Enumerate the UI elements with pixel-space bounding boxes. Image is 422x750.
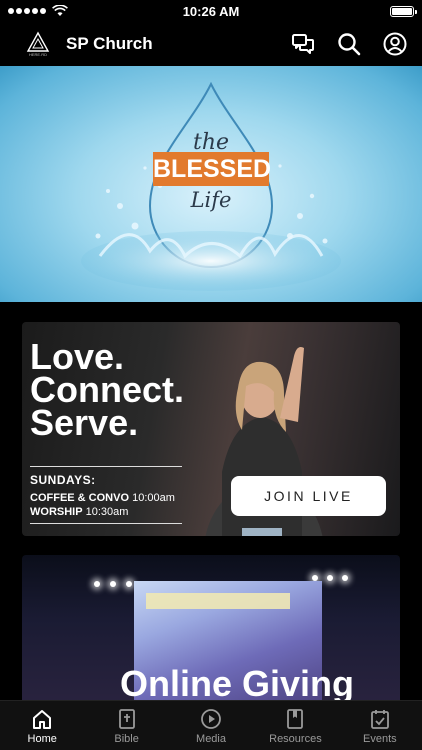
tab-bible[interactable]: Bible xyxy=(84,701,168,750)
service-times: COFFEE & CONVO 10:00am WORSHIP 10:30am xyxy=(30,491,175,519)
tab-media[interactable]: Media xyxy=(169,701,253,750)
tab-label-home: Home xyxy=(27,733,57,745)
tab-bar: Home Bible Media Resources Events xyxy=(0,700,422,750)
stage-light xyxy=(342,575,348,581)
hero-title-life: Life xyxy=(190,188,232,212)
tab-events[interactable]: Events xyxy=(338,701,422,750)
home-icon xyxy=(33,710,52,729)
search-icon[interactable] xyxy=(336,31,362,57)
online-giving-title: Online Giving xyxy=(120,663,355,704)
app-title: SP Church xyxy=(66,34,153,53)
logo-text: HERE.RD xyxy=(29,52,47,57)
stage-light xyxy=(110,581,116,587)
bookmark-icon xyxy=(287,709,304,729)
headline-serve: Serve. xyxy=(30,402,139,443)
tab-home[interactable]: Home xyxy=(0,701,84,750)
tab-label-resources: Resources xyxy=(269,733,322,745)
stage-light xyxy=(126,581,132,587)
divider xyxy=(30,523,182,524)
divider xyxy=(30,466,182,467)
status-bar: 10:26 AM xyxy=(0,0,422,22)
church-logo-icon: HERE.RD xyxy=(26,31,50,57)
worship-label: WORSHIP xyxy=(30,506,83,518)
tab-resources[interactable]: Resources xyxy=(253,701,337,750)
play-icon xyxy=(201,709,221,729)
join-live-card[interactable]: Love. Connect. Serve. SUNDAYS: COFFEE & … xyxy=(22,322,400,536)
chat-icon[interactable] xyxy=(290,31,316,57)
bible-icon xyxy=(118,709,135,729)
online-giving-card[interactable]: Online Giving xyxy=(22,555,400,715)
tab-label-events: Events xyxy=(363,733,397,745)
worship-time: 10:30am xyxy=(85,506,129,518)
profile-icon[interactable] xyxy=(382,31,408,57)
app-header: HERE.RD SP Church xyxy=(0,22,422,66)
status-time: 10:26 AM xyxy=(182,4,240,19)
calendar-check-icon xyxy=(370,710,389,729)
coffee-time: 10:00am xyxy=(132,492,175,504)
sundays-label: SUNDAYS: xyxy=(30,473,96,487)
tab-label-bible: Bible xyxy=(114,733,139,745)
coffee-label: COFFEE & CONVO xyxy=(30,492,130,504)
join-live-button[interactable]: JOIN LIVE xyxy=(231,476,386,516)
tab-label-media: Media xyxy=(196,733,226,745)
battery-icon xyxy=(390,5,417,17)
headline: Love. Connect. Serve. xyxy=(30,339,184,443)
stage-light xyxy=(94,581,100,587)
hero-banner[interactable]: the BLESSED Life xyxy=(0,66,422,302)
hero-title-blessed: BLESSED xyxy=(153,152,271,186)
stage-screen-banner xyxy=(146,593,290,609)
stage-light xyxy=(327,575,333,581)
